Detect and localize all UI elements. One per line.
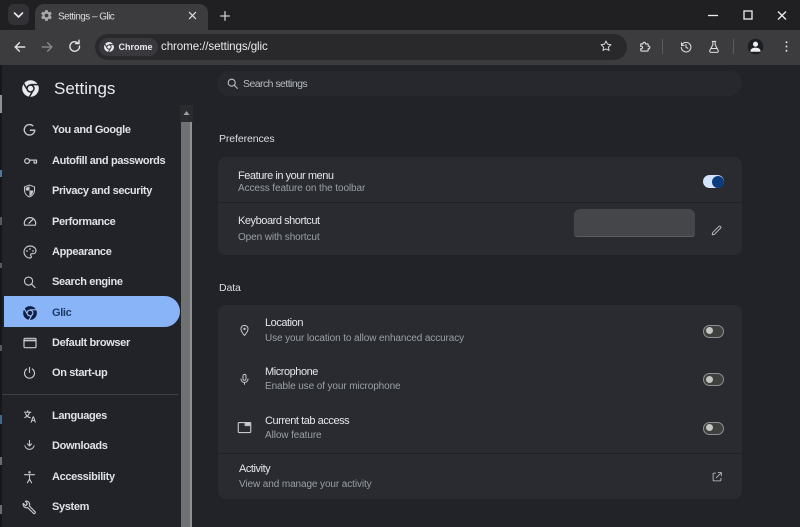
svg-text:A: A [30,415,36,424]
